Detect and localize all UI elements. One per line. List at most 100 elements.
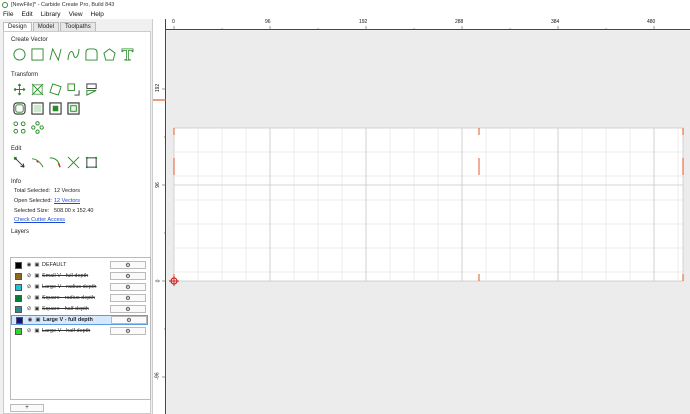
gear-icon: ⚙	[125, 295, 131, 302]
ruler-top-label: 0	[172, 19, 175, 25]
fillet-icon[interactable]	[49, 156, 62, 169]
polyline-icon[interactable]	[49, 48, 62, 61]
create-vector-heading: Create Vector	[11, 37, 48, 43]
lock-icon[interactable]: ▣	[34, 262, 40, 268]
curve-icon[interactable]	[67, 48, 80, 61]
open-selected-link[interactable]: 12 Vectors	[54, 198, 80, 204]
layer-row-default[interactable]: ◉ ▣ DEFAULT ⚙	[11, 260, 148, 270]
join-icon[interactable]	[85, 156, 98, 169]
menu-view[interactable]: View	[69, 11, 83, 18]
tab-bar: Design Model Toolpaths	[3, 21, 151, 31]
layer-row-small-v-full[interactable]: ⊘ ▣ Small V - full depth ⚙	[11, 271, 148, 281]
gear-icon: ⚙	[125, 284, 131, 291]
layer-settings-button[interactable]: ⚙	[110, 294, 146, 302]
polygon-icon[interactable]	[103, 48, 116, 61]
boolean-union-icon[interactable]	[31, 102, 44, 115]
hidden-eye-icon[interactable]: ⊘	[26, 284, 32, 290]
align-icon[interactable]	[67, 83, 80, 96]
gear-icon: ⚙	[125, 262, 131, 269]
node-edit-icon[interactable]	[13, 156, 26, 169]
app-logo-icon	[2, 1, 8, 8]
lock-icon[interactable]: ▣	[34, 284, 40, 290]
add-layer-button[interactable]: +	[10, 404, 44, 412]
layers-list: ◉ ▣ DEFAULT ⚙ ⊘ ▣ Small V - full depth ⚙…	[10, 257, 151, 400]
tab-toolpaths[interactable]: Toolpaths	[60, 22, 96, 31]
layer-settings-button[interactable]: ⚙	[110, 272, 146, 280]
layer-color-swatch[interactable]	[15, 272, 22, 280]
info-selected-size: Selected Size: 508.00 x 152.40	[14, 208, 94, 214]
lock-icon[interactable]: ▣	[34, 295, 40, 301]
layer-settings-button[interactable]: ⚙	[110, 305, 146, 313]
layer-settings-button[interactable]: ⚙	[110, 327, 146, 335]
design-canvas[interactable]	[167, 31, 690, 414]
ruler-top: 0 96 192 288 384 480	[166, 19, 690, 30]
layer-color-swatch[interactable]	[15, 283, 22, 291]
menu-edit[interactable]: Edit	[21, 11, 32, 18]
canvas-drawing[interactable]	[167, 31, 690, 414]
group-icon[interactable]	[13, 121, 26, 134]
tab-model[interactable]: Model	[32, 22, 60, 31]
hidden-eye-icon[interactable]: ⊘	[26, 295, 32, 301]
lock-icon[interactable]: ▣	[34, 273, 40, 279]
transform-tools-row-1	[13, 83, 103, 96]
visible-eye-icon[interactable]: ◉	[26, 262, 32, 268]
menu-library[interactable]: Library	[41, 11, 61, 18]
layer-row-large-v-full[interactable]: ◉ ▣ Large V - full depth ⚙	[11, 315, 148, 325]
stock-area	[173, 127, 684, 282]
gear-icon: ⚙	[125, 328, 131, 335]
layer-row-square-half[interactable]: ⊘ ▣ Square - half depth ⚙	[11, 304, 148, 314]
hidden-eye-icon[interactable]: ⊘	[26, 328, 32, 334]
layer-settings-button[interactable]: ⚙	[110, 283, 146, 291]
ruler-left-label: 192	[155, 83, 162, 93]
layer-row-square-radius[interactable]: ⊘ ▣ Square - radius depth ⚙	[11, 293, 148, 303]
menu-file[interactable]: File	[3, 11, 13, 18]
lock-icon[interactable]: ▣	[34, 328, 40, 334]
ruler-left-label: -96	[154, 372, 161, 380]
lock-icon[interactable]: ▣	[34, 306, 40, 312]
lock-icon[interactable]: ▣	[35, 317, 41, 323]
tab-design[interactable]: Design	[3, 22, 32, 31]
title-bar: [NewFile]* - Carbide Create Pro, Build 8…	[0, 0, 690, 9]
linear-array-icon[interactable]	[31, 121, 44, 134]
gear-icon: ⚙	[125, 273, 131, 280]
layer-color-swatch[interactable]	[15, 327, 22, 335]
gear-icon: ⚙	[125, 306, 131, 313]
layer-settings-button[interactable]: ⚙	[111, 316, 147, 324]
rounded-rect-icon[interactable]	[85, 48, 98, 61]
mirror-icon[interactable]	[85, 83, 98, 96]
gear-icon: ⚙	[126, 317, 132, 324]
layer-color-swatch[interactable]	[16, 316, 23, 324]
info-open-selected: Open Selected: 12 Vectors	[14, 198, 80, 204]
circle-icon[interactable]	[13, 48, 26, 61]
transform-heading: Transform	[11, 72, 39, 78]
text-icon[interactable]	[121, 48, 134, 61]
layer-name: Large V - full depth	[43, 317, 93, 323]
hidden-eye-icon[interactable]: ⊘	[26, 306, 32, 312]
boolean-intersect-icon[interactable]	[67, 102, 80, 115]
rotate-icon[interactable]	[49, 83, 62, 96]
scale-icon[interactable]	[31, 83, 44, 96]
check-cutter-access-link[interactable]: Check Cutter Access	[14, 217, 65, 223]
layer-row-large-v-half[interactable]: ⊘ ▣ Large V - half depth ⚙	[11, 326, 148, 336]
transform-tools-row-2	[13, 102, 85, 115]
create-vector-tools	[13, 48, 139, 61]
cut-icon[interactable]	[67, 156, 80, 169]
layer-row-large-v-radius[interactable]: ⊘ ▣ Large V - radius depth ⚙	[11, 282, 148, 292]
layer-settings-button[interactable]: ⚙	[110, 261, 146, 269]
layer-name: DEFAULT	[42, 262, 67, 268]
rectangle-icon[interactable]	[31, 48, 44, 61]
layer-color-swatch[interactable]	[15, 261, 22, 269]
offset-icon[interactable]	[13, 102, 26, 115]
layer-color-swatch[interactable]	[15, 305, 22, 313]
ruler-top-label: 192	[359, 19, 368, 25]
visible-eye-icon[interactable]: ◉	[27, 317, 33, 323]
layer-color-swatch[interactable]	[15, 294, 22, 302]
hidden-eye-icon[interactable]: ⊘	[26, 273, 32, 279]
layer-name: Large V - half depth	[42, 328, 91, 334]
boolean-subtract-icon[interactable]	[49, 102, 62, 115]
trim-icon[interactable]	[31, 156, 44, 169]
move-icon[interactable]	[13, 83, 26, 96]
ruler-left-label: 96	[154, 182, 161, 188]
ruler-left-label: 0	[155, 279, 162, 283]
menu-help[interactable]: Help	[91, 11, 104, 18]
